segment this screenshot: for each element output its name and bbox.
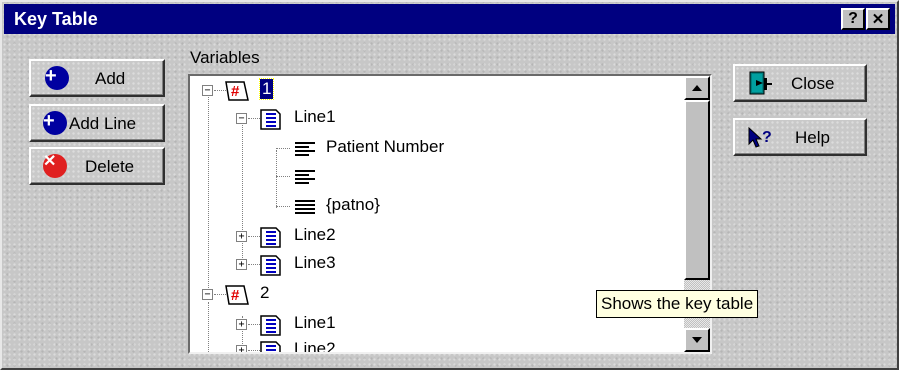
collapse-toggle[interactable]: − — [236, 113, 247, 124]
tree-node-label: Line1 — [294, 107, 336, 126]
scroll-up-button[interactable] — [684, 76, 710, 100]
tree-node-label: Line2 — [294, 225, 336, 244]
svg-text:?: ? — [762, 129, 772, 146]
tree-node-label: Patient Number — [326, 137, 445, 156]
arrow-down-icon — [692, 337, 702, 343]
scroll-thumb[interactable] — [684, 100, 710, 280]
svg-text:#: # — [231, 83, 240, 100]
key-hash-icon: # — [224, 283, 250, 312]
document-lines-icon — [258, 225, 286, 254]
document-lines-icon — [258, 339, 286, 352]
help-button-label: Help — [795, 128, 830, 147]
plus-circle-icon: + — [43, 111, 67, 135]
close-button[interactable]: Close — [733, 64, 867, 102]
add-button-label: Add — [95, 69, 126, 88]
add-line-button-label: Add Line — [69, 114, 137, 133]
text-lines-icon — [294, 140, 316, 163]
tree-node-label: {patno} — [326, 195, 380, 214]
add-button[interactable]: + Add — [29, 59, 165, 97]
add-line-button[interactable]: + Add Line — [29, 104, 165, 142]
help-pointer-icon: ? — [747, 126, 777, 155]
collapse-toggle[interactable]: − — [202, 85, 213, 96]
expand-toggle[interactable]: + — [236, 345, 247, 352]
document-lines-icon — [258, 253, 286, 282]
tree-connector — [276, 150, 277, 208]
delete-button[interactable]: ✕ Delete — [29, 147, 165, 185]
scroll-down-button[interactable] — [684, 328, 710, 352]
tree-connector — [276, 176, 290, 177]
x-circle-icon: ✕ — [43, 154, 67, 178]
tree-node-label: Line1 — [294, 313, 336, 332]
exit-door-icon — [747, 70, 773, 101]
key-hash-icon: # — [224, 79, 250, 108]
window-title: Key Table — [14, 9, 98, 29]
close-button-label: Close — [791, 74, 835, 93]
key-table-dialog: Key Table ? ✕ + Add + Add Line ✕ Delete … — [0, 0, 899, 370]
svg-text:#: # — [231, 287, 240, 304]
tree-node-label: Line2 — [294, 339, 336, 352]
title-bar[interactable]: Key Table ? ✕ — [4, 4, 895, 34]
collapse-toggle[interactable]: − — [202, 289, 213, 300]
tree-connector — [242, 122, 243, 270]
tree-node-label: 1 — [258, 78, 275, 100]
tree-connector — [208, 302, 209, 352]
help-button[interactable]: ? Help — [733, 118, 867, 156]
variables-label: Variables — [190, 48, 260, 67]
text-lines-icon — [294, 168, 316, 191]
document-lines-icon — [258, 107, 286, 136]
close-title-button[interactable]: ✕ — [866, 8, 890, 30]
tree-connector — [276, 206, 290, 207]
plus-circle-icon: + — [45, 66, 69, 90]
expand-toggle[interactable]: + — [236, 259, 247, 270]
delete-button-label: Delete — [85, 157, 135, 176]
tooltip: Shows the key table — [596, 290, 759, 318]
expand-toggle[interactable]: + — [236, 319, 247, 330]
tree-node-label: Line3 — [294, 253, 336, 272]
tree-connector — [208, 94, 209, 294]
help-title-button[interactable]: ? — [841, 8, 865, 30]
expand-toggle[interactable]: + — [236, 231, 247, 242]
document-lines-icon — [258, 313, 286, 342]
text-lines-icon — [294, 198, 316, 221]
arrow-up-icon — [692, 85, 702, 91]
tree-connector — [276, 148, 290, 149]
tree-node-label: 2 — [260, 283, 270, 302]
